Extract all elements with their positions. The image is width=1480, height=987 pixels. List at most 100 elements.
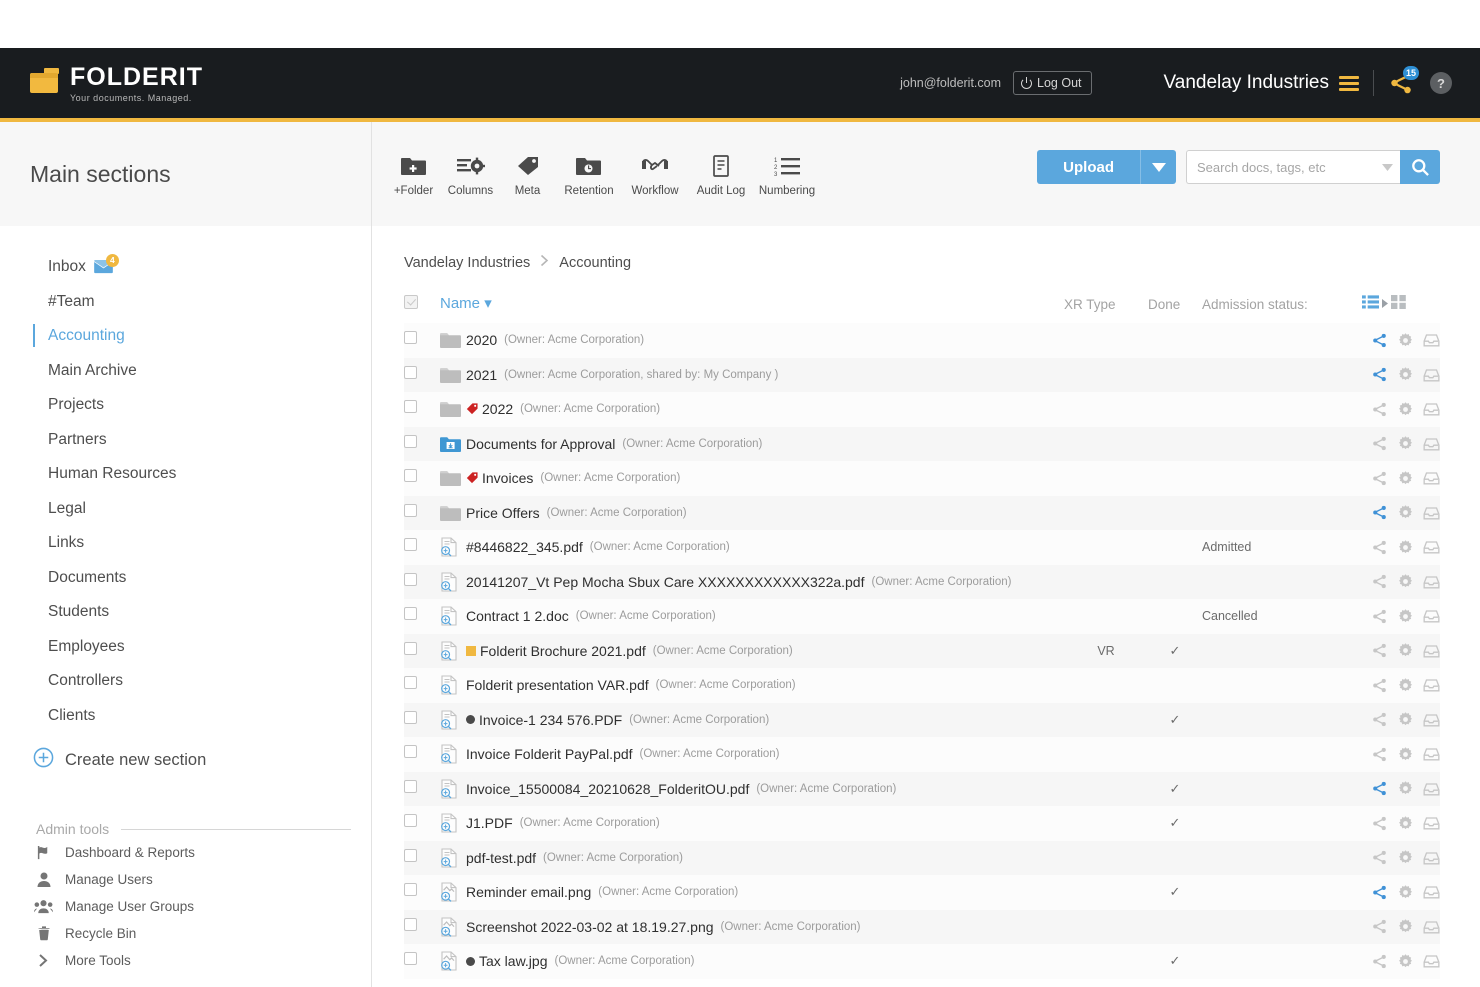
sort-by-name-button[interactable]: Name ▾ bbox=[440, 295, 492, 312]
row-file-name[interactable]: Invoice-1 234 576.PDF bbox=[479, 712, 622, 728]
gear-icon[interactable] bbox=[1397, 470, 1414, 487]
table-row[interactable]: J1.PDF(Owner: Acme Corporation)✓ bbox=[404, 806, 1440, 841]
select-all-checkbox[interactable] bbox=[404, 295, 418, 309]
upload-dropdown-caret-icon[interactable] bbox=[1140, 150, 1176, 184]
view-mode-toggle[interactable] bbox=[1362, 295, 1406, 312]
tool-add-folder[interactable]: +Folder bbox=[385, 151, 442, 197]
admin-item-manage-users[interactable]: Manage Users bbox=[0, 867, 371, 891]
row-checkbox[interactable] bbox=[404, 883, 417, 896]
admin-item-more-tools[interactable]: More Tools bbox=[0, 948, 371, 972]
table-row[interactable]: Folderit Brochure 2021.pdf(Owner: Acme C… bbox=[404, 634, 1440, 669]
sidebar-item-clients[interactable]: Clients bbox=[0, 699, 371, 734]
share-icon[interactable] bbox=[1371, 470, 1388, 487]
help-icon[interactable]: ? bbox=[1430, 72, 1452, 94]
row-file-name[interactable]: J1.PDF bbox=[466, 815, 513, 831]
row-checkbox[interactable] bbox=[404, 331, 417, 344]
row-file-name[interactable]: Price Offers bbox=[466, 505, 540, 521]
search-button[interactable] bbox=[1400, 150, 1440, 184]
gear-icon[interactable] bbox=[1397, 677, 1414, 694]
org-menu-icon[interactable] bbox=[1339, 76, 1359, 91]
table-row[interactable]: Reminder email.png(Owner: Acme Corporati… bbox=[404, 875, 1440, 910]
row-checkbox[interactable] bbox=[404, 573, 417, 586]
search-input[interactable] bbox=[1186, 150, 1374, 184]
table-row[interactable]: Invoices(Owner: Acme Corporation) bbox=[404, 461, 1440, 496]
archive-icon[interactable] bbox=[1423, 712, 1440, 728]
gear-icon[interactable] bbox=[1397, 849, 1414, 866]
share-icon[interactable] bbox=[1371, 953, 1388, 970]
create-new-section-button[interactable]: Create new section bbox=[0, 747, 371, 773]
row-checkbox[interactable] bbox=[404, 918, 417, 931]
table-row[interactable]: Invoice-1 234 576.PDF(Owner: Acme Corpor… bbox=[404, 703, 1440, 738]
archive-icon[interactable] bbox=[1423, 919, 1440, 935]
archive-icon[interactable] bbox=[1423, 815, 1440, 831]
archive-icon[interactable] bbox=[1423, 643, 1440, 659]
row-checkbox[interactable] bbox=[404, 607, 417, 620]
gear-icon[interactable] bbox=[1397, 746, 1414, 763]
row-checkbox[interactable] bbox=[404, 952, 417, 965]
row-checkbox[interactable] bbox=[404, 400, 417, 413]
row-file-name[interactable]: Folderit Brochure 2021.pdf bbox=[480, 643, 646, 659]
table-row[interactable]: Invoice Folderit PayPal.pdf(Owner: Acme … bbox=[404, 737, 1440, 772]
share-icon[interactable] bbox=[1371, 884, 1388, 901]
tool-meta[interactable]: Meta bbox=[499, 151, 556, 197]
sidebar-item-human-resources[interactable]: Human Resources bbox=[0, 457, 371, 492]
share-icon[interactable] bbox=[1371, 401, 1388, 418]
gear-icon[interactable] bbox=[1397, 884, 1414, 901]
share-icon[interactable] bbox=[1371, 815, 1388, 832]
table-row[interactable]: pdf-test.pdf(Owner: Acme Corporation) bbox=[404, 841, 1440, 876]
archive-icon[interactable] bbox=[1423, 539, 1440, 555]
archive-icon[interactable] bbox=[1423, 401, 1440, 417]
table-row[interactable]: Invoice_15500084_20210628_FolderitOU.pdf… bbox=[404, 772, 1440, 807]
archive-icon[interactable] bbox=[1423, 332, 1440, 348]
gear-icon[interactable] bbox=[1397, 642, 1414, 659]
list-view-icon[interactable] bbox=[1362, 295, 1379, 312]
tool-columns[interactable]: Columns bbox=[442, 151, 499, 197]
tool-audit-log[interactable]: Audit Log bbox=[688, 151, 754, 197]
tool-workflow[interactable]: Workflow bbox=[622, 151, 688, 197]
gear-icon[interactable] bbox=[1397, 780, 1414, 797]
row-checkbox[interactable] bbox=[404, 504, 417, 517]
archive-icon[interactable] bbox=[1423, 505, 1440, 521]
table-row[interactable]: Contract 1 2.doc(Owner: Acme Corporation… bbox=[404, 599, 1440, 634]
admin-item-manage-user-groups[interactable]: Manage User Groups bbox=[0, 894, 371, 918]
share-icon[interactable] bbox=[1371, 918, 1388, 935]
sidebar-item-main-archive[interactable]: Main Archive bbox=[0, 354, 371, 389]
archive-icon[interactable] bbox=[1423, 677, 1440, 693]
gear-icon[interactable] bbox=[1397, 815, 1414, 832]
gear-icon[interactable] bbox=[1397, 539, 1414, 556]
table-row[interactable]: Price Offers(Owner: Acme Corporation) bbox=[404, 496, 1440, 531]
row-checkbox[interactable] bbox=[404, 366, 417, 379]
row-checkbox[interactable] bbox=[404, 780, 417, 793]
sidebar-item-inbox[interactable]: Inbox 4 bbox=[0, 250, 371, 285]
row-file-name[interactable]: Contract 1 2.doc bbox=[466, 608, 569, 624]
row-file-name[interactable]: Invoice_15500084_20210628_FolderitOU.pdf bbox=[466, 781, 749, 797]
archive-icon[interactable] bbox=[1423, 436, 1440, 452]
gear-icon[interactable] bbox=[1397, 953, 1414, 970]
share-icon[interactable] bbox=[1371, 366, 1388, 383]
sidebar-item-links[interactable]: Links bbox=[0, 526, 371, 561]
brand-logo[interactable]: FOLDERIT Your documents. Managed. bbox=[30, 64, 203, 103]
row-checkbox[interactable] bbox=[404, 745, 417, 758]
gear-icon[interactable] bbox=[1397, 332, 1414, 349]
row-checkbox[interactable] bbox=[404, 538, 417, 551]
row-file-name[interactable]: pdf-test.pdf bbox=[466, 850, 536, 866]
table-row[interactable]: Folderit presentation VAR.pdf(Owner: Acm… bbox=[404, 668, 1440, 703]
breadcrumb-item-current[interactable]: Accounting bbox=[559, 255, 631, 271]
sidebar-item-accounting[interactable]: Accounting bbox=[0, 319, 371, 354]
row-file-name[interactable]: 2021 bbox=[466, 367, 497, 383]
share-icon[interactable] bbox=[1371, 849, 1388, 866]
archive-icon[interactable] bbox=[1423, 850, 1440, 866]
sidebar-item-legal[interactable]: Legal bbox=[0, 492, 371, 527]
gear-icon[interactable] bbox=[1397, 573, 1414, 590]
sidebar-item-documents[interactable]: Documents bbox=[0, 561, 371, 596]
share-icon[interactable] bbox=[1371, 573, 1388, 590]
row-checkbox[interactable] bbox=[404, 469, 417, 482]
table-row[interactable]: 20141207_Vt Pep Mocha Sbux Care XXXXXXXX… bbox=[404, 565, 1440, 600]
share-icon[interactable] bbox=[1371, 504, 1388, 521]
row-checkbox[interactable] bbox=[404, 849, 417, 862]
archive-icon[interactable] bbox=[1423, 953, 1440, 969]
share-icon[interactable] bbox=[1371, 746, 1388, 763]
gear-icon[interactable] bbox=[1397, 711, 1414, 728]
share-icon[interactable] bbox=[1371, 332, 1388, 349]
archive-icon[interactable] bbox=[1423, 574, 1440, 590]
